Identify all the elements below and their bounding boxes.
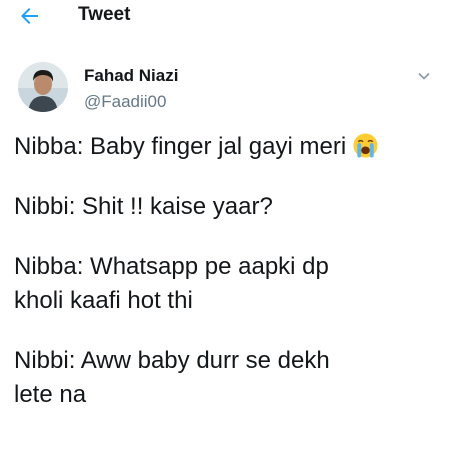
- author-name[interactable]: Fahad Niazi: [84, 66, 178, 86]
- avatar[interactable]: [18, 62, 68, 112]
- tweet-line: Nibba: Baby finger jal gayi meri: [14, 130, 438, 164]
- tweet-text: Nibba: Baby finger jal gayi meri Nibbi: …: [14, 130, 438, 412]
- page-title: Tweet: [78, 4, 131, 25]
- author-handle[interactable]: @Faadii00: [84, 92, 166, 112]
- tweet-author[interactable]: Fahad Niazi @Faadii00: [18, 62, 432, 116]
- tweet-line: Nibbi: Aww baby durr se dekh lete na: [14, 347, 330, 408]
- tweet-line: Nibba: Whatsapp pe aapki dp kholi kaafi …: [14, 253, 329, 314]
- tweet-line: Nibbi: Shit !! kaise yaar?: [14, 193, 273, 220]
- avatar-photo: [18, 62, 68, 112]
- arrow-left-icon[interactable]: [18, 4, 42, 28]
- loudly-crying-face-icon: [353, 133, 378, 158]
- chevron-down-icon[interactable]: [416, 68, 432, 84]
- top-bar: Tweet: [0, 0, 450, 32]
